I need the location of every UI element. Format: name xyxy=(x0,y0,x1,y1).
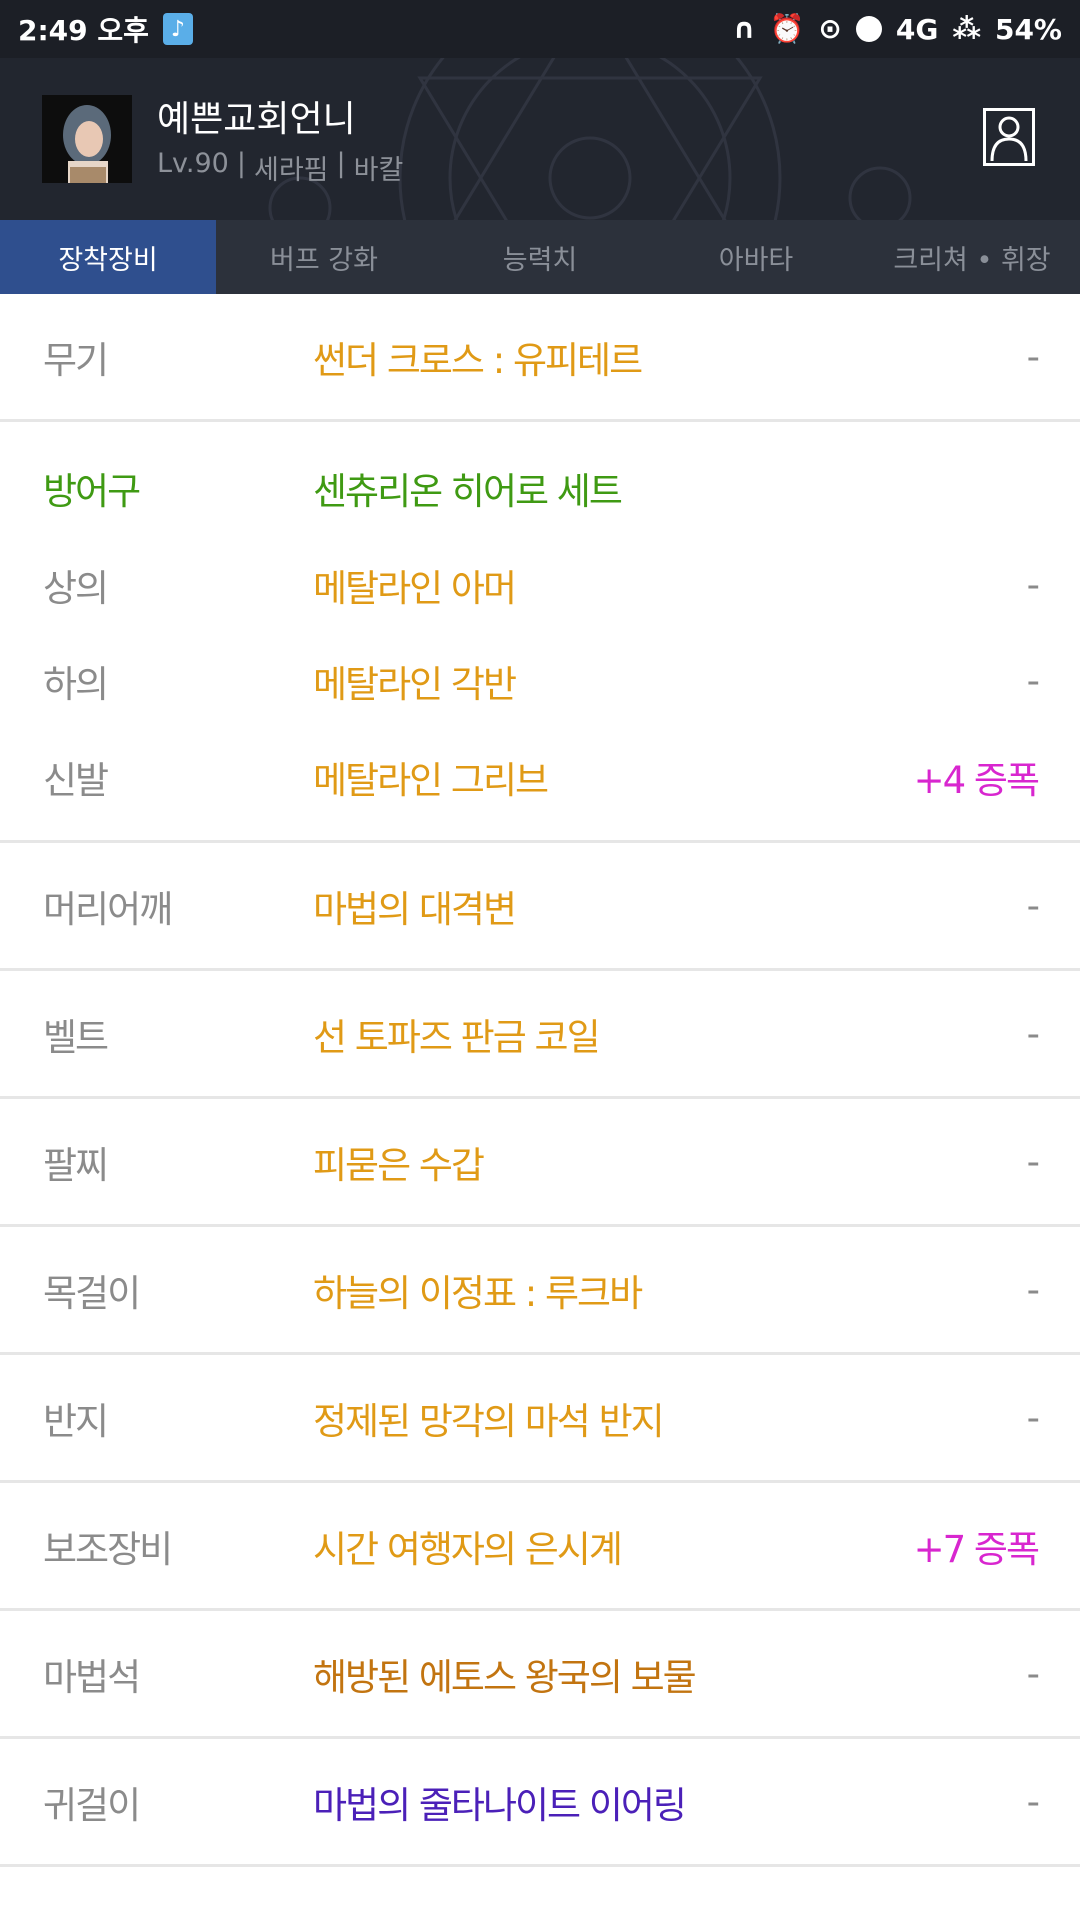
amplification-status: - xyxy=(1026,335,1040,378)
item-name: 메탈라인 아머 xyxy=(313,567,517,610)
list-item[interactable]: 귀걸이 마법의 줄타나이트 이어링 - xyxy=(0,1739,1080,1867)
item-name: 하늘의 이정표 : 루크바 xyxy=(313,1271,643,1315)
list-item[interactable]: 무기 썬더 크로스 : 유피테르 - xyxy=(0,294,1080,422)
slot-label: 귀걸이 xyxy=(43,1783,141,1827)
slot-label: 반지 xyxy=(43,1399,109,1443)
amplification-status: - xyxy=(1026,1012,1040,1055)
list-item[interactable]: 반지 정제된 망각의 마석 반지 - xyxy=(0,1355,1080,1483)
slot-label: 보조장비 xyxy=(43,1527,173,1571)
item-name: 마법의 줄타나이트 이어링 xyxy=(313,1783,687,1827)
person-icon xyxy=(990,116,1028,162)
item-name: 피묻은 수갑 xyxy=(313,1143,485,1187)
armor-group: 방어구 센츄리온 히어로 세트 상의 메탈라인 아머 - 하의 메탈라인 각반 … xyxy=(0,422,1080,843)
item-name: 정제된 망각의 마석 반지 xyxy=(313,1399,665,1443)
amplification-status: - xyxy=(1026,884,1040,927)
amplification-status: - xyxy=(1026,659,1040,703)
list-item[interactable]: 벨트 선 토파즈 판금 코일 - xyxy=(0,971,1080,1099)
list-item[interactable]: 마법석 해방된 에토스 왕국의 보물 - xyxy=(0,1611,1080,1739)
list-item[interactable]: 목걸이 하늘의 이정표 : 루크바 - xyxy=(0,1227,1080,1355)
list-item[interactable]: 보조장비 시간 여행자의 은시계 +7 증폭 xyxy=(0,1483,1080,1611)
headphones-icon: ∩ xyxy=(732,12,756,45)
item-name: 썬더 크로스 : 유피테르 xyxy=(313,338,643,382)
amplification-status: - xyxy=(1026,1268,1040,1311)
amplification-status: - xyxy=(1026,1652,1040,1695)
list-item[interactable]: 신발 메탈라인 그리브 +4 증폭 xyxy=(0,747,1080,807)
item-name: 해방된 에토스 왕국의 보물 xyxy=(313,1655,697,1699)
battery-level: 54% xyxy=(994,12,1062,46)
list-item[interactable]: 머리어깨 마법의 대격변 - xyxy=(0,843,1080,971)
tab-buff-enhance[interactable]: 버프 강화 xyxy=(216,220,432,294)
amplification-status: - xyxy=(1026,1140,1040,1183)
item-name: 시간 여행자의 은시계 xyxy=(313,1527,623,1571)
info-separator: | xyxy=(336,148,346,179)
character-info: Lv.90 | 세라핌 | 바칼 xyxy=(157,148,403,187)
list-item[interactable]: 상의 메탈라인 아머 - xyxy=(0,555,1080,615)
character-level: Lv.90 xyxy=(157,148,229,179)
list-item[interactable]: 팔찌 피묻은 수갑 - xyxy=(0,1099,1080,1227)
character-header: 예쁜교회언니 Lv.90 | 세라핌 | 바칼 xyxy=(0,58,1080,220)
slot-label: 신발 xyxy=(43,759,109,802)
tab-bar: 장착장비 버프 강화 능력치 아바타 크리쳐 • 휘장 xyxy=(0,220,1080,294)
slot-label: 마법석 xyxy=(43,1655,141,1699)
slot-label: 상의 xyxy=(43,567,109,610)
character-name: 예쁜교회언니 xyxy=(157,99,356,140)
equipment-list: 무기 썬더 크로스 : 유피테르 - 방어구 센츄리온 히어로 세트 상의 메탈… xyxy=(0,294,1080,1867)
item-name: 메탈라인 그리브 xyxy=(313,759,549,802)
character-server: 바칼 xyxy=(353,155,404,186)
slot-label: 벨트 xyxy=(43,1015,109,1059)
music-app-icon: ♪ xyxy=(162,13,193,45)
status-bar: 2:49 오후 ♪ ∩ ⏰ ⊙ 4G ⁂ 54% xyxy=(0,0,1080,58)
slot-label: 팔찌 xyxy=(43,1143,109,1187)
tab-creature-emblem[interactable]: 크리쳐 • 휘장 xyxy=(864,220,1080,294)
item-name: 마법의 대격변 xyxy=(313,887,517,931)
hotspot-icon xyxy=(855,16,882,42)
set-name: 센츄리온 히어로 세트 xyxy=(313,470,623,513)
profile-button[interactable] xyxy=(983,108,1035,166)
status-time: 2:49 오후 xyxy=(18,14,149,47)
slot-label: 무기 xyxy=(43,338,109,382)
list-item[interactable]: 하의 메탈라인 각반 - xyxy=(0,651,1080,711)
info-separator: | xyxy=(236,148,246,179)
tab-avatar[interactable]: 아바타 xyxy=(648,220,864,294)
alarm-icon: ⏰ xyxy=(769,12,805,45)
location-icon: ⊙ xyxy=(818,12,842,45)
slot-label: 목걸이 xyxy=(43,1271,141,1315)
slot-label: 하의 xyxy=(43,663,109,706)
item-name: 선 토파즈 판금 코일 xyxy=(313,1015,601,1059)
amplification-status: +7 증폭 xyxy=(913,1527,1040,1571)
network-type: 4G xyxy=(895,12,939,46)
signal-icon: ⁂ xyxy=(952,12,981,45)
avatar-image xyxy=(42,95,132,183)
item-name: 메탈라인 각반 xyxy=(313,663,517,706)
tab-stats[interactable]: 능력치 xyxy=(432,220,648,294)
amplification-status: - xyxy=(1026,563,1040,607)
tab-equipment[interactable]: 장착장비 xyxy=(0,220,216,294)
character-class: 세라핌 xyxy=(253,155,329,186)
amplification-status: - xyxy=(1026,1396,1040,1439)
amplification-status: - xyxy=(1026,1780,1040,1823)
armor-set-row[interactable]: 방어구 센츄리온 히어로 세트 xyxy=(0,458,1080,518)
slot-label: 머리어깨 xyxy=(43,887,173,931)
amplification-status: +4 증폭 xyxy=(913,759,1040,802)
character-avatar xyxy=(42,95,132,183)
slot-label: 방어구 xyxy=(43,470,141,513)
